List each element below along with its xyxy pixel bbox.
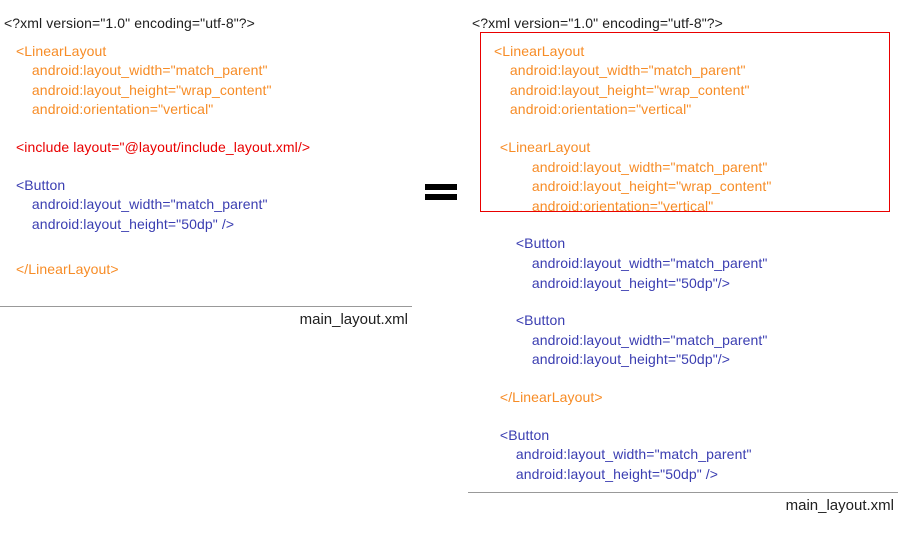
divider: [0, 306, 412, 307]
ll-open: <LinearLayout: [0, 42, 412, 62]
r-btn1-open: <Button: [468, 234, 898, 254]
r-btn3-w: android:layout_width="match_parent": [468, 445, 898, 465]
r-inner-ll-h: android:layout_height="wrap_content": [468, 177, 898, 197]
include-line: <include layout="@layout/include_layout.…: [0, 138, 412, 158]
r-ll-open: <LinearLayout: [468, 42, 898, 62]
ll-close: </LinearLayout>: [0, 260, 412, 280]
r-ll-w: android:layout_width="match_parent": [468, 61, 898, 81]
ll-o: android:orientation="vertical": [0, 100, 412, 120]
r-btn2-open: <Button: [468, 311, 898, 331]
divider-r: [468, 492, 898, 493]
btn-w: android:layout_width="match_parent": [0, 195, 412, 215]
ll-h: android:layout_height="wrap_content": [0, 81, 412, 101]
r-btn3-open: <Button: [468, 426, 898, 446]
r-btn1-h: android:layout_height="50dp"/>: [468, 274, 898, 294]
equals-icon: [414, 180, 468, 204]
xml-decl: <?xml version="1.0" encoding="utf-8"?>: [0, 14, 412, 34]
r-btn2-w: android:layout_width="match_parent": [468, 331, 898, 351]
r-btn3-h: android:layout_height="50dp" />: [468, 465, 898, 485]
caption-left: main_layout.xml: [0, 311, 412, 328]
r-inner-ll-w: android:layout_width="match_parent": [468, 158, 898, 178]
r-inner-ll-open: <LinearLayout: [468, 138, 898, 158]
xml-decl-r: <?xml version="1.0" encoding="utf-8"?>: [468, 14, 898, 34]
ll-w: android:layout_width="match_parent": [0, 61, 412, 81]
r-inner-ll-o: android:orientation="vertical": [468, 197, 898, 217]
caption-right: main_layout.xml: [468, 497, 898, 514]
left-code-panel: <?xml version="1.0" encoding="utf-8"?> <…: [0, 14, 412, 328]
r-btn1-w: android:layout_width="match_parent": [468, 254, 898, 274]
r-ll-h: android:layout_height="wrap_content": [468, 81, 898, 101]
btn-open: <Button: [0, 176, 412, 196]
r-btn2-h: android:layout_height="50dp"/>: [468, 350, 898, 370]
right-code-panel: <?xml version="1.0" encoding="utf-8"?> <…: [468, 14, 898, 514]
r-ll-o: android:orientation="vertical": [468, 100, 898, 120]
btn-h: android:layout_height="50dp" />: [0, 215, 412, 235]
r-inner-ll-close: </LinearLayout>: [468, 388, 898, 408]
